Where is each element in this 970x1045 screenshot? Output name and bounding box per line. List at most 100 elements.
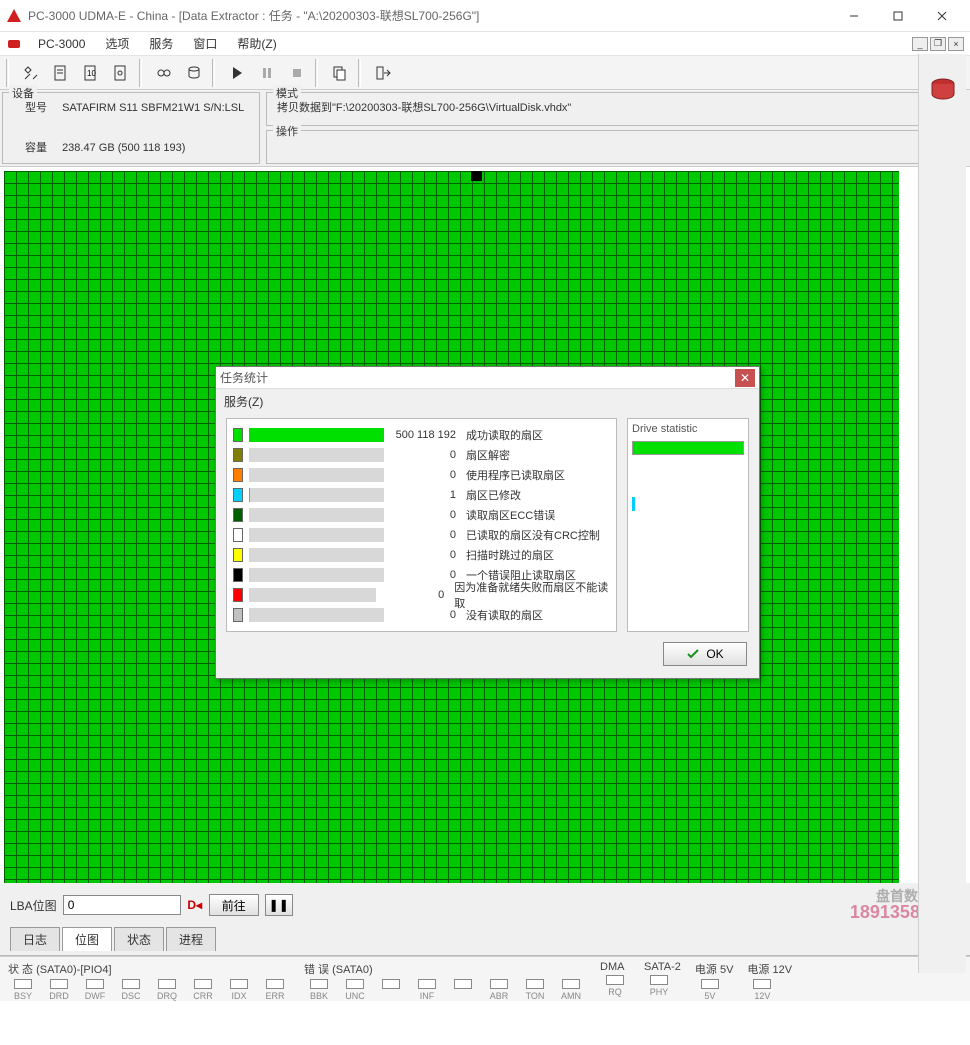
drive-statistic-bar2 — [632, 497, 744, 511]
led-indicator — [158, 979, 176, 989]
led-item: AMN — [556, 979, 586, 1001]
led-item: DRD — [44, 979, 74, 1001]
toolbar-page3-icon[interactable] — [107, 60, 135, 86]
stat-row: 0 已读取的扇区没有CRC控制 — [227, 525, 616, 545]
sector-bad-block — [471, 171, 482, 181]
toolbar-page1-icon[interactable] — [47, 60, 75, 86]
mdi-restore-button[interactable]: ❐ — [930, 37, 946, 51]
window-title: PC-3000 UDMA-E - China - [Data Extractor… — [28, 7, 832, 24]
led-item: DWF — [80, 979, 110, 1001]
led-item: UNC — [340, 979, 370, 1001]
status-strip: 状 态 (SATA0)-[PIO4] BSYDRDDWFDSCDRQCRRIDX… — [0, 956, 970, 1001]
stat-row: 0 扇区解密 — [227, 445, 616, 465]
stat-value: 0 — [390, 569, 460, 581]
status-sata2-title: SATA-2 — [644, 959, 681, 975]
drive-statistic-bar1 — [632, 441, 744, 455]
led-indicator — [86, 979, 104, 989]
stat-label: 没有读取的扇区 — [466, 607, 543, 623]
toolbar-page2-icon[interactable]: 10 — [77, 60, 105, 86]
status-group-pwr12: 电源 12V 12V — [747, 959, 792, 1001]
led-item: TON — [520, 979, 550, 1001]
toolbar-cylinder-icon[interactable] — [180, 60, 208, 86]
toolbar-stop-icon[interactable] — [283, 60, 311, 86]
stat-color-swatch — [233, 488, 243, 502]
dialog-ok-button[interactable]: OK — [663, 642, 747, 666]
check-icon — [686, 648, 700, 660]
menubar-app[interactable]: PC-3000 — [28, 35, 95, 53]
status-dma-title: DMA — [600, 959, 630, 975]
bottom-controls: LBA位图 D◂ 前往 ❚❚ 盘首数据恢复 18913587620 — [0, 883, 970, 927]
led-indicator — [122, 979, 140, 989]
tab-state[interactable]: 状态 — [114, 927, 164, 951]
led-indicator — [490, 979, 508, 989]
window-titlebar: PC-3000 UDMA-E - China - [Data Extractor… — [0, 0, 970, 32]
status-group-pwr5: 电源 5V 5V — [695, 959, 734, 1001]
tab-process[interactable]: 进程 — [166, 927, 216, 951]
tab-log[interactable]: 日志 — [10, 927, 60, 951]
stat-bar — [249, 508, 384, 522]
menubar-help[interactable]: 帮助(Z) — [227, 33, 286, 54]
operation-fieldset: 操作 — [266, 130, 966, 164]
stat-label: 扇区已修改 — [466, 487, 521, 503]
led-indicator — [230, 979, 248, 989]
stat-row: 0 使用程序已读取扇区 — [227, 465, 616, 485]
led-indicator — [382, 979, 400, 989]
menubar-window[interactable]: 窗口 — [183, 33, 227, 54]
status-pwr5-title: 电源 5V — [695, 959, 734, 979]
toolbar-pause-icon[interactable] — [253, 60, 281, 86]
dialog-close-button[interactable]: ✕ — [735, 369, 755, 387]
stat-value: 0 — [390, 549, 460, 561]
window-minimize-button[interactable] — [832, 1, 876, 31]
mdi-close-button[interactable]: × — [948, 37, 964, 51]
toolbar-play-icon[interactable] — [223, 60, 251, 86]
lba-end-icon[interactable]: D◂ — [187, 898, 203, 912]
drive-statistic-title: Drive statistic — [632, 423, 744, 435]
stat-bar — [249, 488, 384, 502]
led-label: INF — [420, 991, 435, 1001]
status-pwr12-title: 电源 12V — [747, 959, 792, 979]
window-maximize-button[interactable] — [876, 1, 920, 31]
toolbar-copy-icon[interactable] — [326, 60, 354, 86]
toolbar: 10 — [0, 56, 970, 90]
menubar-options[interactable]: 选项 — [95, 33, 139, 54]
goto-button[interactable]: 前往 — [209, 894, 259, 916]
toolbar-tools-icon[interactable] — [17, 60, 45, 86]
stat-row: 0 读取扇区ECC错误 — [227, 505, 616, 525]
led-label: 12V — [754, 991, 770, 1001]
stat-value: 0 — [390, 449, 460, 461]
window-close-button[interactable] — [920, 1, 964, 31]
led-item: BBK — [304, 979, 334, 1001]
stat-color-swatch — [233, 588, 243, 602]
led-label: CRR — [193, 991, 213, 1001]
led-item: 5V — [695, 979, 725, 1001]
stat-color-swatch — [233, 528, 243, 542]
stat-label: 成功读取的扇区 — [466, 427, 543, 443]
led-label: UNC — [345, 991, 365, 1001]
stat-color-swatch — [233, 448, 243, 462]
sidebar-disk-icon[interactable] — [927, 76, 959, 104]
pause-small-button[interactable]: ❚❚ — [265, 894, 293, 916]
stat-value: 0 — [390, 469, 460, 481]
menubar-icon — [6, 36, 22, 52]
lba-input[interactable] — [63, 895, 181, 915]
stat-value: 0 — [382, 589, 448, 601]
dialog-menu-service[interactable]: 服务(Z) — [216, 389, 759, 418]
toolbar-exit-icon[interactable] — [369, 60, 397, 86]
mdi-minimize-button[interactable]: _ — [912, 37, 928, 51]
menubar-service[interactable]: 服务 — [139, 33, 183, 54]
stat-color-swatch — [233, 568, 243, 582]
right-sidebar — [918, 54, 966, 973]
mode-fieldset: 模式 拷贝数据到"F:\20200303-联想SL700-256G\Virtua… — [266, 92, 966, 126]
stat-row: 1 扇区已修改 — [227, 485, 616, 505]
tab-bitmap[interactable]: 位图 — [62, 927, 112, 951]
led-indicator — [650, 975, 668, 985]
stat-color-swatch — [233, 548, 243, 562]
led-label: ABR — [490, 991, 509, 1001]
led-indicator — [194, 979, 212, 989]
stat-bar — [249, 568, 384, 582]
stat-label: 使用程序已读取扇区 — [466, 467, 565, 483]
led-label: 5V — [704, 991, 715, 1001]
led-indicator — [346, 979, 364, 989]
device-fieldset: 设备 型号 SATAFIRM S11 SBFM21W1 S/N:LSL 容量 2… — [2, 92, 260, 164]
toolbar-binoculars-icon[interactable] — [150, 60, 178, 86]
